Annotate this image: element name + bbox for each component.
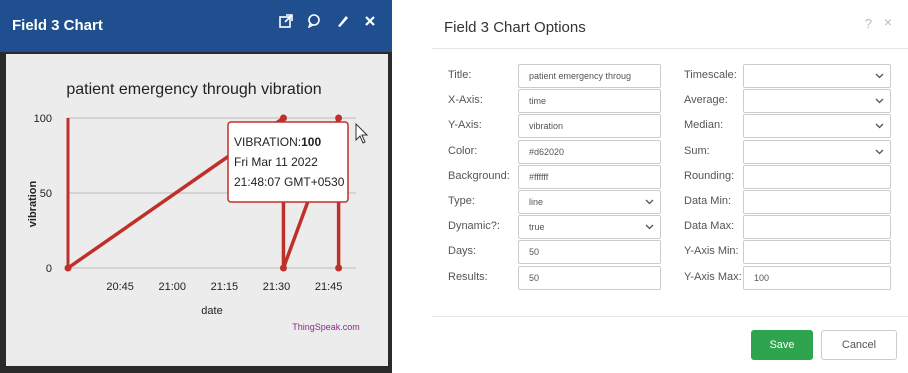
x-axis-label: date (201, 305, 222, 317)
data-point[interactable] (279, 264, 287, 272)
help-icon[interactable]: ? (865, 16, 872, 31)
option-field-value: true (529, 222, 545, 233)
option-field-label: Rounding: (684, 169, 735, 182)
option-field-label: Results: (448, 270, 488, 283)
x-tick-label: 21:00 (158, 281, 186, 293)
chart-title: patient emergency through vibration (66, 81, 321, 98)
option-field-value: line (529, 197, 544, 207)
tooltip-value: 100 (301, 135, 321, 149)
data-point[interactable] (64, 264, 72, 272)
chevron-down-icon (875, 65, 884, 87)
option-field-select[interactable] (743, 89, 891, 114)
option-field-input[interactable]: #ffffff (518, 164, 661, 189)
option-field-value: #ffffff (529, 171, 549, 182)
chevron-down-icon (875, 90, 884, 112)
option-field-input[interactable] (743, 240, 891, 265)
option-field-input[interactable]: vibration (518, 114, 661, 139)
option-field-value: #d62020 (529, 146, 565, 157)
option-field-input[interactable]: time (518, 89, 661, 114)
option-field-select[interactable]: true (518, 215, 661, 240)
mouse-cursor-icon (355, 122, 369, 144)
x-tick-label: 20:45 (106, 281, 134, 293)
data-point[interactable] (279, 114, 287, 122)
x-tick-label: 21:30 (263, 281, 291, 293)
option-field-label: Type: (448, 195, 475, 207)
data-point[interactable] (335, 264, 343, 272)
option-field-select[interactable] (743, 139, 891, 164)
option-field-value: 50 (529, 272, 540, 283)
option-field-input[interactable]: patient emergency throug (518, 64, 661, 88)
option-field-value: 50 (529, 247, 540, 258)
chevron-down-icon (875, 141, 884, 163)
comment-icon[interactable] (306, 14, 322, 32)
tooltip-time: 21:48:07 GMT+0530 (234, 175, 345, 189)
data-point[interactable] (335, 114, 343, 122)
option-field-label: Average: (684, 94, 728, 107)
chart-widget: Field 3 Chart patient emergency through … (0, 0, 392, 373)
option-field-label: Y-Axis Max: (684, 270, 742, 283)
option-field-value: patient emergency throug (529, 71, 632, 81)
y-tick-label: 100 (34, 113, 52, 125)
option-field-label: Data Min: (684, 195, 732, 207)
option-field-select[interactable] (743, 64, 891, 88)
option-field-label: Median: (684, 119, 724, 132)
y-tick-label: 0 (46, 263, 52, 275)
line-chart: patient emergency through vibration date… (27, 81, 369, 332)
option-field-label: X-Axis: (448, 94, 483, 107)
widget-toolbar (278, 14, 378, 32)
dialog-header-divider (432, 48, 908, 49)
option-field-label: Sum: (684, 144, 710, 157)
chart-tooltip: VIBRATION:100 Fri Mar 11 2022 21:48:07 G… (227, 121, 349, 203)
x-tick-label: 21:15 (211, 281, 239, 293)
chevron-down-icon (645, 191, 654, 213)
chart-area: patient emergency through vibration date… (6, 54, 388, 366)
option-field-label: Color: (448, 144, 478, 157)
option-field-label: Data Max: (684, 220, 735, 233)
chevron-down-icon (645, 216, 654, 238)
widget-header: Field 3 Chart (0, 0, 392, 52)
thingspeak-watermark: ThingSpeak.com (292, 322, 360, 332)
cancel-button[interactable]: Cancel (821, 330, 897, 360)
option-field-input[interactable] (743, 164, 891, 189)
option-field-input[interactable] (743, 190, 891, 214)
y-tick-label: 50 (40, 188, 52, 200)
widget-title: Field 3 Chart (12, 17, 103, 34)
option-field-input[interactable]: 100 (743, 265, 891, 290)
tooltip-label: VIBRATION: (234, 135, 301, 149)
y-axis-label: vibration (27, 180, 39, 227)
close-icon[interactable]: × (884, 14, 892, 30)
option-field-label: Y-Axis Min: (684, 245, 739, 258)
chevron-down-icon (875, 115, 884, 137)
option-field-value: time (529, 96, 547, 107)
option-field-input[interactable]: 50 (518, 240, 661, 265)
save-button[interactable]: Save (751, 330, 813, 360)
dialog-title: Field 3 Chart Options (444, 19, 586, 36)
dialog-footer-divider (432, 316, 908, 317)
option-field-label: Days: (448, 245, 477, 258)
option-field-label: Timescale: (684, 69, 737, 81)
option-field-label: Title: (448, 69, 472, 81)
option-field-input[interactable]: #d62020 (518, 139, 661, 164)
option-field-value: vibration (529, 121, 564, 132)
chart-options-dialog: Field 3 Chart Options ? × Title: patient … (432, 0, 908, 373)
option-field-input[interactable]: 50 (518, 265, 661, 290)
x-tick-label: 21:45 (315, 281, 343, 293)
option-field-value: 100 (754, 272, 770, 283)
option-field-label: Background: (448, 169, 510, 182)
external-link-icon[interactable] (278, 14, 294, 32)
option-field-label: Dynamic?: (448, 220, 500, 233)
option-field-select[interactable]: line (518, 190, 661, 214)
option-field-input[interactable] (743, 215, 891, 240)
pencil-icon[interactable] (334, 14, 350, 32)
tooltip-date: Fri Mar 11 2022 (234, 155, 318, 169)
option-field-label: Y-Axis: (448, 119, 482, 132)
close-icon[interactable] (362, 14, 378, 32)
svg-text:VIBRATION:100: VIBRATION:100 (234, 135, 321, 149)
option-field-select[interactable] (743, 114, 891, 139)
